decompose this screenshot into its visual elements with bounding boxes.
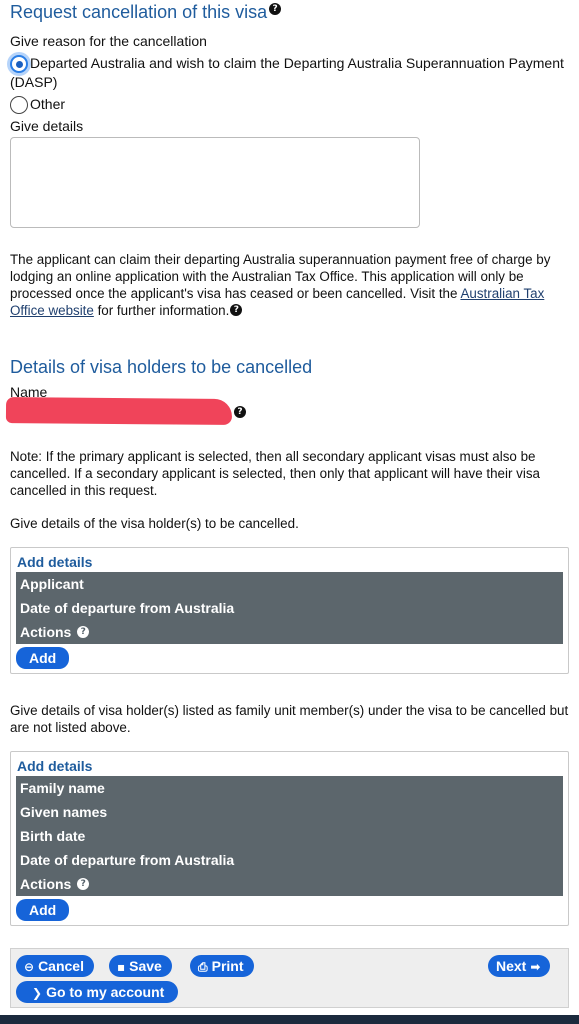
print-button[interactable]: ⎙ Print xyxy=(190,955,254,977)
help-icon[interactable]: ? xyxy=(269,3,282,15)
cancel-icon: ⊖ xyxy=(24,960,35,974)
go-to-account-label: Go to my account xyxy=(46,984,165,1000)
family-table-header: Family name Given names Birth date Date … xyxy=(16,776,563,896)
column-departure-date: Date of departure from Australia xyxy=(20,600,235,616)
print-button-label: Print xyxy=(211,958,244,974)
column-applicant: Applicant xyxy=(20,576,84,592)
column-given-names: Given names xyxy=(20,804,108,820)
dasp-note-text-end: for further information. xyxy=(93,303,230,318)
details-label: Give details xyxy=(10,118,84,134)
help-icon[interactable]: ? xyxy=(230,304,243,316)
holders-note: Note: If the primary applicant is select… xyxy=(10,449,540,498)
holders-table-header: Applicant Date of departure from Austral… xyxy=(16,572,563,644)
go-to-account-button[interactable]: ❯ Go to my account xyxy=(16,981,178,1003)
help-icon[interactable]: ? xyxy=(77,626,90,638)
reason-option-other-label: Other xyxy=(30,96,66,112)
column-actions-label: Actions xyxy=(20,876,72,892)
save-button[interactable]: ▪ Save xyxy=(109,955,172,977)
reason-option-dasp[interactable]: Departed Australia and wish to claim the… xyxy=(10,54,570,91)
details-textarea[interactable] xyxy=(10,137,420,228)
visa-cancellation-page: Request cancellation of this visa? Give … xyxy=(0,0,579,1024)
next-button-label: Next xyxy=(496,958,527,974)
save-icon: ▪ xyxy=(117,960,126,974)
print-icon: ⎙ xyxy=(198,960,208,974)
redacted-name xyxy=(5,397,233,425)
radio-other[interactable] xyxy=(10,96,28,115)
holders-section-title: Details of visa holders to be cancelled xyxy=(10,357,313,377)
radio-dasp[interactable] xyxy=(10,55,28,74)
cancel-section-title: Request cancellation of this visa? xyxy=(10,2,282,23)
reason-option-dasp-label: Departed Australia and wish to claim the… xyxy=(10,55,564,91)
dasp-note: The applicant can claim their departing … xyxy=(10,251,570,319)
holders-table: Add details Applicant Date of departure … xyxy=(10,547,569,674)
arrow-right-icon: ➡ xyxy=(530,960,541,974)
column-actions: Actions ? xyxy=(16,620,563,644)
footer-strip xyxy=(0,1015,579,1024)
chevron-right-icon: ❯ xyxy=(32,986,43,1000)
column-birth-date: Birth date xyxy=(20,828,86,844)
add-family-member-button[interactable]: Add xyxy=(16,899,70,921)
column-actions-label: Actions xyxy=(20,624,72,640)
family-table: Add details Family name Given names Birt… xyxy=(10,751,569,926)
column-family-name: Family name xyxy=(20,780,105,796)
help-icon[interactable]: ? xyxy=(234,406,246,418)
column-departure-date: Date of departure from Australia xyxy=(20,852,235,868)
cancel-button[interactable]: ⊖ Cancel xyxy=(16,955,94,977)
column-actions: Actions ? xyxy=(16,872,563,896)
form-navigation: ⊖ Cancel ▪ Save ⎙ Print Next ➡ ❯ Go to my acc… xyxy=(10,948,569,1008)
cancel-button-label: Cancel xyxy=(38,958,84,974)
family-table-title: Add details xyxy=(17,758,93,774)
reason-label: Give reason for the cancellation xyxy=(10,33,207,49)
holders-table-title: Add details xyxy=(17,554,93,570)
cancel-section-title-text: Request cancellation of this visa xyxy=(10,2,268,22)
save-button-label: Save xyxy=(129,958,162,974)
help-icon[interactable]: ? xyxy=(77,878,90,890)
reason-option-other[interactable]: Other xyxy=(10,95,66,115)
next-button[interactable]: Next ➡ xyxy=(488,955,551,977)
add-holder-button[interactable]: Add xyxy=(16,647,70,669)
give-details-label: Give details of the visa holder(s) to be… xyxy=(10,516,299,531)
family-label: Give details of visa holder(s) listed as… xyxy=(10,703,569,735)
